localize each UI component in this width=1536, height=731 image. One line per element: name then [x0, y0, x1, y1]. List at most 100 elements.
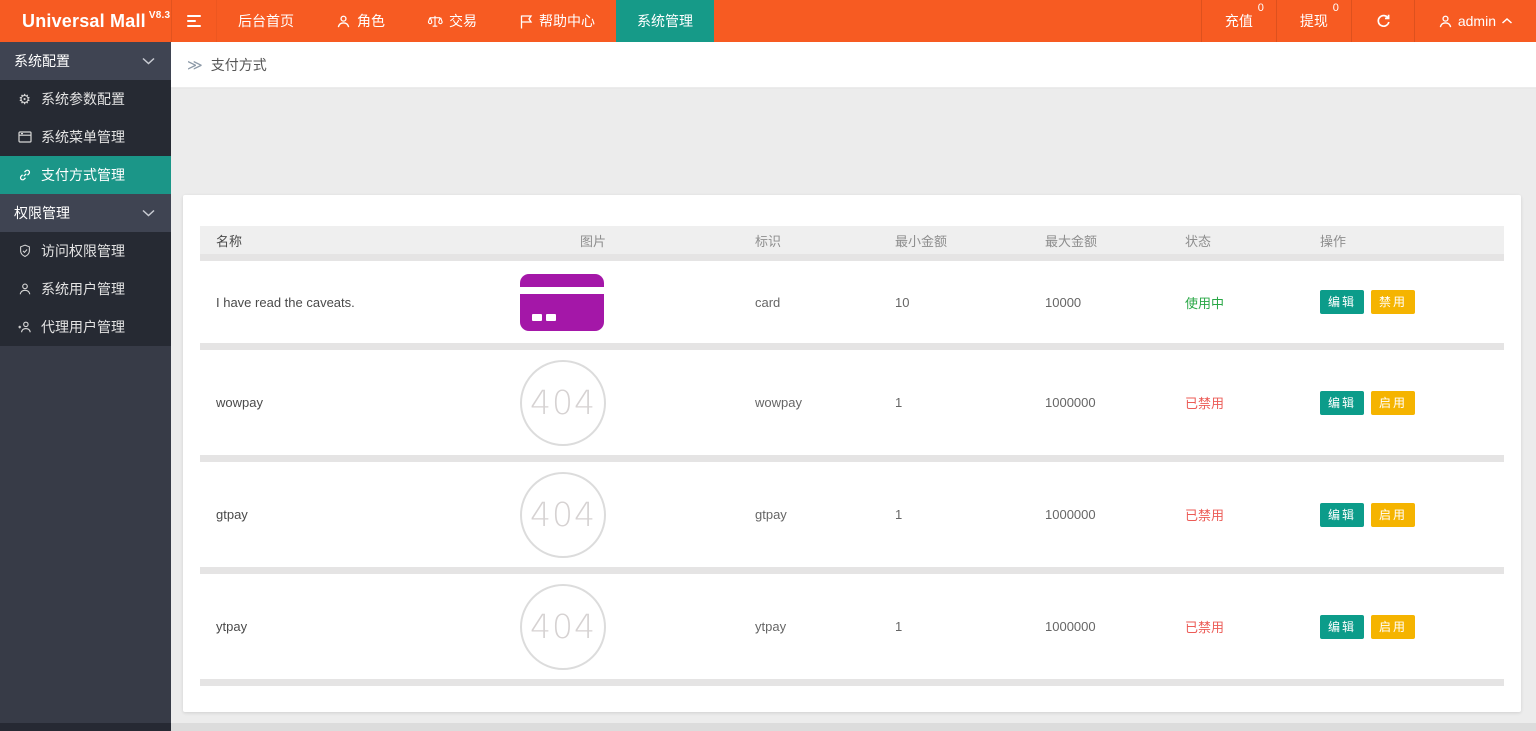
disable-button[interactable]: 禁用 [1371, 290, 1416, 314]
sidebar-item-label: 系统用户管理 [41, 281, 125, 297]
refresh-button[interactable] [1350, 0, 1414, 42]
payment-min-amount: 10 [895, 294, 910, 310]
recharge-label: 充值 [1224, 13, 1253, 29]
row-separator [200, 343, 1504, 350]
column-header-name: 名称 [216, 233, 243, 249]
column-header-min: 最小金额 [895, 233, 948, 249]
payment-min-amount: 1 [895, 619, 903, 634]
nav-item-label: 交易 [449, 13, 477, 29]
row-separator [200, 567, 1504, 574]
chevron-down-icon [142, 209, 155, 217]
sidebar-section-permissions[interactable]: 权限管理 [0, 194, 171, 232]
enable-button[interactable]: 启用 [1371, 614, 1416, 639]
payment-max-amount: 1000000 [1045, 507, 1096, 522]
breadcrumb-arrows-icon: ≫ [187, 56, 203, 74]
window-icon [16, 131, 33, 143]
payment-tag: ytpay [755, 619, 787, 634]
chevron-up-icon [1501, 17, 1513, 25]
sidebar-item-label: 系统菜单管理 [41, 129, 125, 145]
table-row: I have read the caveats. card 10 10000 使… [200, 261, 1504, 343]
nav-item-label: 系统管理 [637, 13, 693, 29]
horizontal-scrollbar[interactable] [0, 723, 1536, 731]
payment-tag: card [755, 294, 781, 310]
edit-button[interactable]: 编辑 [1320, 390, 1365, 415]
status-badge: 使用中 [1185, 295, 1225, 311]
row-separator [200, 679, 1504, 686]
image-404-placeholder: 404 [520, 359, 606, 446]
username: admin [1457, 13, 1496, 29]
recharge-menu-item[interactable]: 充值 0 [1200, 0, 1276, 42]
status-badge: 已禁用 [1185, 620, 1225, 635]
nav-item-label: 帮助中心 [539, 13, 595, 29]
payment-max-amount: 1000000 [1045, 619, 1096, 634]
withdraw-count-badge: 0 [1332, 2, 1339, 14]
column-header-actions: 操作 [1320, 233, 1347, 249]
row-separator [200, 455, 1504, 462]
placeholder-text: 404 [530, 607, 596, 646]
app-logo[interactable]: Universal Mall V8.3 [0, 0, 171, 42]
placeholder-text: 404 [530, 383, 596, 422]
image-404-placeholder: 404 [520, 583, 606, 670]
shield-check-icon [16, 244, 33, 258]
user-icon [336, 14, 351, 29]
nav-item-home[interactable]: 后台首页 [217, 0, 315, 42]
breadcrumb: ≫ 支付方式 [171, 42, 1536, 88]
topbar-actions: 充值 0 提现 0 admin [1200, 0, 1536, 42]
topbar: Universal Mall V8.3 后台首页 角色 交易 帮助中心 系统管理… [0, 0, 1536, 42]
user-menu[interactable]: admin [1413, 0, 1536, 42]
status-badge: 已禁用 [1185, 508, 1225, 523]
withdraw-menu-item[interactable]: 提现 0 [1275, 0, 1351, 42]
agent-user-icon [16, 320, 33, 334]
nav-item-system-management[interactable]: 系统管理 [616, 0, 714, 42]
nav-item-transactions[interactable]: 交易 [406, 0, 498, 42]
edit-button[interactable]: 编辑 [1320, 290, 1365, 314]
nav-item-help-center[interactable]: 帮助中心 [498, 0, 616, 42]
table-row: wowpay 404 wowpay 1 1000000 已禁用 编辑 启用 [200, 350, 1504, 455]
sidebar-item-label: 系统参数配置 [41, 91, 125, 107]
sidebar-section-label: 系统配置 [14, 53, 70, 69]
sidebar-item-system-users[interactable]: 系统用户管理 [0, 270, 171, 308]
payment-max-amount: 1000000 [1045, 395, 1096, 410]
sidebar-toggle-button[interactable] [171, 0, 217, 42]
nav-item-label: 后台首页 [238, 13, 294, 29]
column-header-max: 最大金额 [1045, 233, 1098, 249]
scales-icon [427, 14, 443, 29]
sidebar-item-access-permissions[interactable]: 访问权限管理 [0, 232, 171, 270]
content-area: 名称 图片 标识 最小金额 最大金额 状态 操作 I have read the… [171, 88, 1536, 712]
withdraw-label: 提现 [1299, 13, 1328, 29]
payment-name: gtpay [216, 507, 248, 522]
recharge-count-badge: 0 [1257, 2, 1264, 14]
credit-card-image [520, 273, 604, 331]
refresh-icon [1375, 13, 1391, 29]
table-row: ytpay 404 ytpay 1 1000000 已禁用 编辑 启用 [200, 574, 1504, 679]
sidebar: 系统配置 ⚙ 系统参数配置 系统菜单管理 支付方式管理 权限管理 访问权限管理 … [0, 42, 171, 723]
payment-max-amount: 10000 [1045, 294, 1082, 310]
app-title: Universal Mall [22, 10, 146, 31]
placeholder-text: 404 [530, 495, 596, 534]
enable-button[interactable]: 启用 [1371, 502, 1416, 527]
scrollbar-thumb[interactable] [0, 723, 171, 731]
user-icon [16, 282, 33, 296]
sidebar-item-label: 代理用户管理 [41, 319, 125, 335]
edit-button[interactable]: 编辑 [1320, 614, 1365, 639]
user-icon [1438, 14, 1453, 29]
enable-button[interactable]: 启用 [1371, 390, 1416, 415]
payment-methods-card: 名称 图片 标识 最小金额 最大金额 状态 操作 I have read the… [183, 195, 1521, 712]
sidebar-item-agent-users[interactable]: 代理用户管理 [0, 308, 171, 346]
nav-item-roles[interactable]: 角色 [315, 0, 406, 42]
payment-name: wowpay [216, 395, 263, 410]
sidebar-item-payment-methods[interactable]: 支付方式管理 [0, 156, 171, 194]
hamburger-icon [187, 15, 201, 27]
column-header-image: 图片 [580, 233, 607, 249]
column-header-tag: 标识 [755, 233, 782, 249]
flag-icon [519, 14, 533, 29]
payment-min-amount: 1 [895, 507, 903, 522]
top-navigation: 后台首页 角色 交易 帮助中心 系统管理 [217, 0, 714, 42]
sidebar-section-system-config[interactable]: 系统配置 [0, 42, 171, 80]
sidebar-item-system-params[interactable]: ⚙ 系统参数配置 [0, 80, 171, 118]
sidebar-item-system-menu[interactable]: 系统菜单管理 [0, 118, 171, 156]
row-separator [200, 254, 1504, 261]
status-badge: 已禁用 [1185, 396, 1225, 411]
edit-button[interactable]: 编辑 [1320, 502, 1365, 527]
link-icon [16, 168, 33, 182]
